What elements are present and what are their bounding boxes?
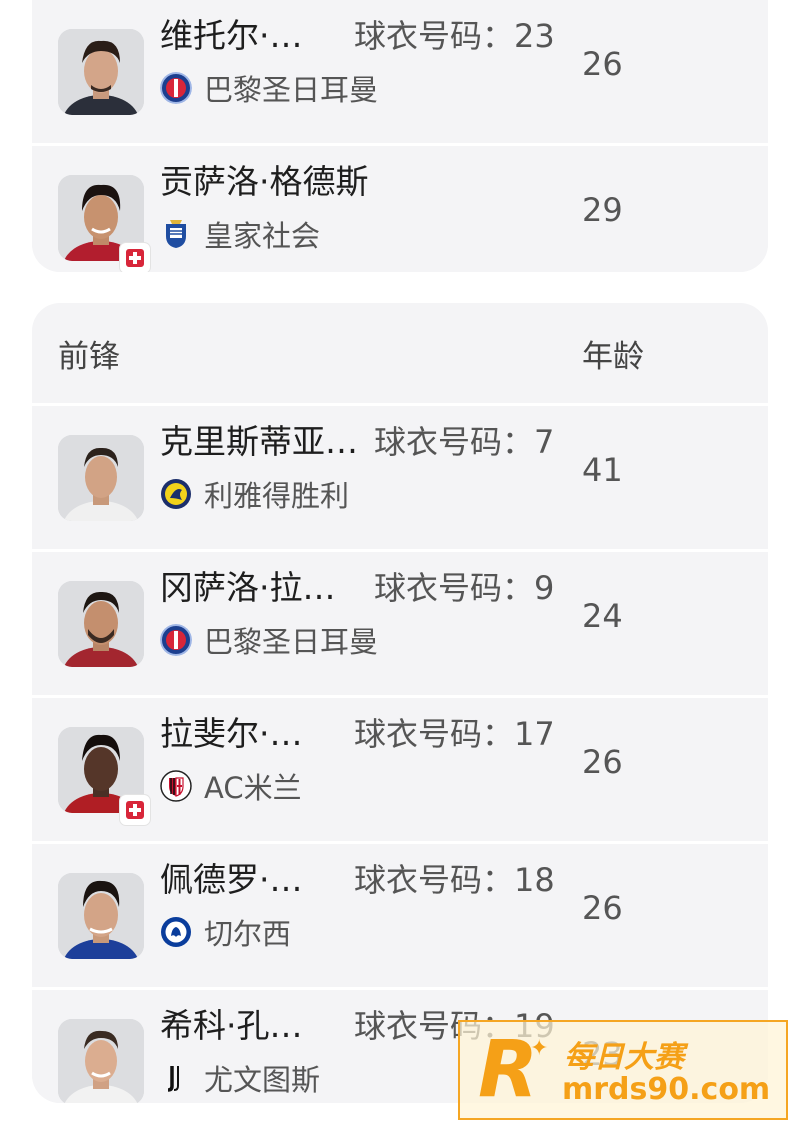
player-avatar [58,29,144,115]
age-column-header: 年龄 [582,339,644,375]
club-name: 皇家社会 [204,219,321,253]
watermark-url: mrds90.com [562,1072,771,1107]
club-name: 尤文图斯 [204,1063,321,1097]
player-name: 冈萨洛·拉… [160,568,336,607]
forwards-card: 前锋 年龄 克里斯蒂亚… 球衣号码：7 41 利雅得胜利 冈萨洛·拉… 球衣号码… [32,303,768,1103]
section-header: 前锋 年龄 [32,303,768,403]
player-name: 拉斐尔·… [160,714,303,753]
club-info: 尤文图斯 [160,1058,320,1098]
jersey-number: 球衣号码：23 [354,17,555,55]
club-name: 巴黎圣日耳曼 [204,625,379,659]
player-row[interactable]: 佩德罗·… 球衣号码：18 26 切尔西 [32,844,768,987]
club-info: 切尔西 [160,912,291,952]
player-avatar [58,1019,144,1103]
medical-cross-icon [126,249,144,267]
player-row[interactable]: 贡萨洛·格德斯 29 皇家社会 [32,146,768,272]
midfield-card: 维托尔·… 球衣号码：23 26 巴黎圣日耳曼 贡萨洛·格德斯 29 皇家社会 [32,0,768,272]
star-icon: ✦ [530,1036,549,1061]
jersey-number: 球衣号码：18 [354,861,555,899]
club-name: 巴黎圣日耳曼 [204,73,379,107]
watermark-brand: 每日大赛 [564,1040,684,1075]
site-watermark: R ✦ 每日大赛 mrds90.com [458,1020,788,1120]
juventus-crest-icon [160,1062,192,1094]
player-age: 41 [582,451,623,489]
injury-badge [120,243,150,272]
player-avatar [58,581,144,667]
player-avatar [58,873,144,959]
player-age: 26 [582,45,623,83]
player-row[interactable]: 冈萨洛·拉… 球衣号码：9 24 巴黎圣日耳曼 [32,552,768,695]
psg-crest-icon [160,72,192,104]
jersey-number: 球衣号码：7 [374,423,555,461]
player-age: 29 [582,191,623,229]
player-avatar [58,435,144,521]
player-name: 贡萨洛·格德斯 [160,162,369,201]
player-name: 克里斯蒂亚… [160,422,358,461]
club-info: 利雅得胜利 [160,474,349,514]
injury-badge [120,795,150,825]
player-age: 26 [582,743,623,781]
club-name: 利雅得胜利 [204,479,350,513]
real-sociedad-crest-icon [160,218,192,250]
player-row[interactable]: 拉斐尔·… 球衣号码：17 26 AC米兰 [32,698,768,841]
player-age: 26 [582,889,623,927]
player-row[interactable]: 克里斯蒂亚… 球衣号码：7 41 利雅得胜利 [32,406,768,549]
club-name: AC米兰 [204,771,302,805]
player-name: 维托尔·… [160,16,303,55]
club-name: 切尔西 [204,917,292,951]
player-row[interactable]: 维托尔·… 球衣号码：23 26 巴黎圣日耳曼 [32,0,768,143]
al-nassr-crest-icon [161,479,191,509]
club-info: 巴黎圣日耳曼 [160,620,378,660]
player-name: 佩德罗·… [160,860,303,899]
psg-crest-icon [160,624,192,656]
club-info: 皇家社会 [160,214,320,254]
player-name: 希科·孔… [160,1006,303,1045]
player-age: 24 [582,597,623,635]
club-info: AC米兰 [160,766,302,806]
club-info: 巴黎圣日耳曼 [160,68,378,108]
ac-milan-crest-icon [160,770,192,802]
jersey-number: 球衣号码：9 [374,569,555,607]
section-title: 前锋 [58,339,120,375]
medical-cross-icon [126,801,144,819]
chelsea-crest-icon [161,917,191,947]
jersey-number: 球衣号码：17 [354,715,555,753]
